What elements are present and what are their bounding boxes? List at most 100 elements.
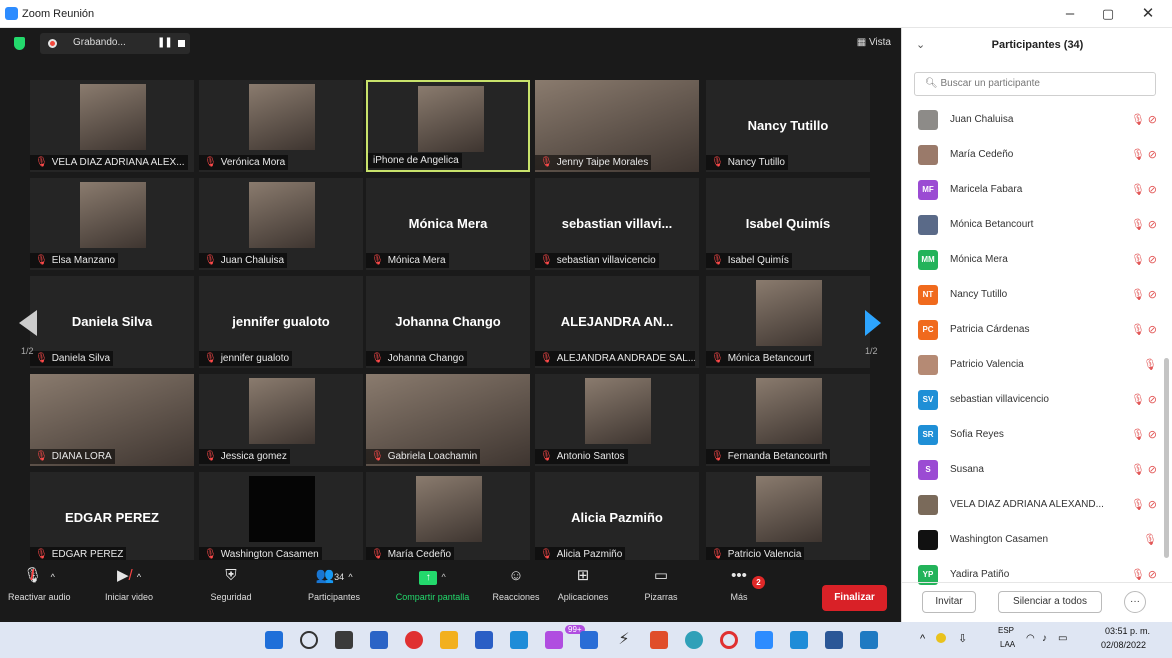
participant-row[interactable]: María Cedeño 🎙︎⊘ xyxy=(902,139,1162,174)
opera-icon[interactable] xyxy=(405,631,423,649)
participant-row[interactable]: MM Mónica Mera 🎙︎⊘ xyxy=(902,244,1162,279)
video-tile[interactable]: 🎙︎ Washington Casamen xyxy=(199,472,363,564)
edge-icon[interactable] xyxy=(685,631,703,649)
participant-row[interactable]: MF Maricela Fabara 🎙︎⊘ xyxy=(902,174,1162,209)
video-tile[interactable]: jennifer gualoto 🎙︎ jennifer gualoto xyxy=(199,276,363,368)
video-tile[interactable]: 🎙︎ Gabriela Loachamin xyxy=(366,374,530,466)
wifi-icon[interactable]: ◠ xyxy=(1026,633,1035,644)
mute-all-button[interactable]: Silenciar a todos xyxy=(998,591,1102,613)
apps-button[interactable]: ⊞ Aplicaciones xyxy=(552,564,614,618)
participant-row[interactable]: NT Nancy Tutillo 🎙︎⊘ xyxy=(902,279,1162,314)
minimize-button[interactable]: – xyxy=(1055,3,1085,25)
muted-mic-video-off-icon[interactable]: 🎙︎⊘ xyxy=(1131,393,1160,406)
invite-button[interactable]: Invitar xyxy=(922,591,976,613)
video-tile[interactable]: 🎙︎ Verónica Mora xyxy=(199,80,363,172)
language-indicator[interactable]: ESP xyxy=(998,626,1014,635)
video-tile[interactable]: 🎙︎ Elsa Manzano xyxy=(30,178,194,270)
participant-row[interactable]: VELA DIAZ ADRIANA ALEXAND... 🎙︎⊘ xyxy=(902,489,1162,524)
usb-icon[interactable]: ⇩ xyxy=(958,632,967,645)
next-page-arrow-icon[interactable] xyxy=(865,310,881,336)
calendar-icon[interactable] xyxy=(510,631,528,649)
video-tile[interactable]: Mónica Mera 🎙︎ Mónica Mera xyxy=(366,178,530,270)
video-tile[interactable]: Nancy Tutillo 🎙︎ Nancy Tutillo xyxy=(706,80,870,172)
store-icon[interactable] xyxy=(545,631,563,649)
video-tile[interactable]: Isabel Quimís 🎙︎ Isabel Quimís xyxy=(706,178,870,270)
video-tile[interactable]: 🎙︎ Jessica gomez xyxy=(199,374,363,466)
muted-mic-video-off-icon[interactable]: 🎙︎⊘ xyxy=(1131,568,1160,581)
muted-mic-video-off-icon[interactable]: 🎙︎⊘ xyxy=(1131,218,1160,231)
participant-row[interactable]: Patricio Valencia 🎙︎ xyxy=(902,349,1162,384)
widgets-icon[interactable] xyxy=(370,631,388,649)
video-tile[interactable]: 🎙︎ Antonio Santos xyxy=(535,374,699,466)
whiteboards-button[interactable]: ▭ Pizarras xyxy=(632,564,690,618)
zoom-taskbar-icon[interactable] xyxy=(755,631,773,649)
view-button[interactable]: ▦ Vista xyxy=(857,37,891,48)
video-tile[interactable]: 🎙︎ Jenny Taipe Morales xyxy=(535,80,699,172)
video-tile[interactable]: 🎙︎ Patricio Valencia xyxy=(706,472,870,564)
reactions-button[interactable]: ☺ Reacciones xyxy=(487,564,545,618)
muted-mic-video-off-icon[interactable]: 🎙︎⊘ xyxy=(1131,148,1160,161)
muted-mic-video-off-icon[interactable]: 🎙︎⊘ xyxy=(1131,113,1160,126)
muted-mic-video-off-icon[interactable]: 🎙︎⊘ xyxy=(1131,288,1160,301)
lightning-icon[interactable]: ⚡︎ xyxy=(615,631,633,649)
security-shield-icon[interactable] xyxy=(14,37,25,50)
task-view-icon[interactable] xyxy=(335,631,353,649)
close-button[interactable]: ✕ xyxy=(1133,3,1163,25)
opera-gx-icon[interactable] xyxy=(720,631,738,649)
video-tile[interactable]: 🎙︎ Juan Chaluisa xyxy=(199,178,363,270)
folder-icon[interactable] xyxy=(580,631,598,649)
video-tile[interactable]: sebastian villavi... 🎙︎ sebastian villavic… xyxy=(535,178,699,270)
start-video-button[interactable]: ▶/ ^ Iniciar video xyxy=(98,564,160,618)
video-tile[interactable]: 🎙︎ DIANA LORA xyxy=(30,374,194,466)
share-screen-button[interactable]: ↑ ^ Compartir pantalla xyxy=(385,564,480,618)
video-tile[interactable]: ALEJANDRA AN... 🎙︎ ALEJANDRA ANDRADE SAL..… xyxy=(535,276,699,368)
muted-mic-video-off-icon[interactable]: 🎙︎⊘ xyxy=(1131,428,1160,441)
tray-app-icon[interactable] xyxy=(936,633,946,643)
muted-mic-video-off-icon[interactable]: 🎙︎⊘ xyxy=(1131,463,1160,476)
volume-icon[interactable]: ♪ xyxy=(1042,633,1047,644)
panel-more-button[interactable]: ··· xyxy=(1124,591,1146,613)
muted-mic-video-off-icon[interactable]: 🎙︎⊘ xyxy=(1131,498,1160,511)
muted-mic-icon[interactable]: 🎙︎ xyxy=(1143,358,1160,371)
unmute-button[interactable]: 🎙/ ^ Reactivar audio xyxy=(8,564,71,618)
participant-row[interactable]: Mónica Betancourt 🎙︎⊘ xyxy=(902,209,1162,244)
file-explorer-icon[interactable] xyxy=(440,631,458,649)
pause-recording-icon[interactable]: ❚❚ xyxy=(157,37,173,48)
participant-row[interactable]: PC Patricia Cárdenas 🎙︎⊘ xyxy=(902,314,1162,349)
video-tile[interactable]: 🎙︎ Mónica Betancourt xyxy=(706,276,870,368)
participant-row[interactable]: SR Sofia Reyes 🎙︎⊘ xyxy=(902,419,1162,454)
mail-icon[interactable] xyxy=(790,631,808,649)
muted-mic-icon[interactable]: 🎙︎ xyxy=(1143,533,1160,546)
muted-mic-video-off-icon[interactable]: 🎙︎⊘ xyxy=(1131,183,1160,196)
photos-icon[interactable] xyxy=(860,631,878,649)
windows-start-icon[interactable] xyxy=(265,631,283,649)
muted-mic-video-off-icon[interactable]: 🎙︎⊘ xyxy=(1131,323,1160,336)
office-icon[interactable] xyxy=(650,631,668,649)
muted-mic-video-off-icon[interactable]: 🎙︎⊘ xyxy=(1131,253,1160,266)
video-tile[interactable]: Johanna Chango 🎙︎ Johanna Chango xyxy=(366,276,530,368)
participant-search-input[interactable]: 🔍︎ Buscar un participante xyxy=(914,72,1156,96)
security-button[interactable]: ⛨ Seguridad xyxy=(200,564,262,618)
participant-row[interactable]: Juan Chaluisa 🎙︎⊘ xyxy=(902,104,1162,139)
previous-page-arrow-icon[interactable] xyxy=(19,310,37,336)
video-tile[interactable]: Daniela Silva 🎙︎ Daniela Silva xyxy=(30,276,194,368)
video-tile[interactable]: Alicia Pazmiño 🎙︎ Alicia Pazmiño xyxy=(535,472,699,564)
video-tile[interactable]: 🎙︎ VELA DIAZ ADRIANA ALEX... xyxy=(30,80,194,172)
maximize-button[interactable]: ▢ xyxy=(1093,3,1123,25)
more-button[interactable]: ••• Más xyxy=(712,564,766,618)
battery-icon[interactable]: ▭ xyxy=(1058,633,1067,644)
word-icon[interactable] xyxy=(825,631,843,649)
clock-date[interactable]: 02/08/2022 xyxy=(1101,640,1146,650)
end-meeting-button[interactable]: Finalizar xyxy=(822,585,887,611)
stop-recording-icon[interactable] xyxy=(178,40,185,47)
video-tile[interactable]: EDGAR PEREZ 🎙︎ EDGAR PEREZ xyxy=(30,472,194,564)
participants-button[interactable]: 👥34 ^ Participantes xyxy=(290,564,378,618)
participant-row[interactable]: Washington Casamen 🎙︎ xyxy=(902,524,1162,559)
teams-icon[interactable] xyxy=(475,631,493,649)
participant-list-scrollbar[interactable] xyxy=(1164,358,1169,558)
clock-time[interactable]: 03:51 p. m. xyxy=(1105,626,1150,636)
tray-overflow-icon[interactable]: ^ xyxy=(920,633,925,645)
search-icon[interactable] xyxy=(300,631,318,649)
video-tile[interactable]: iPhone de Angelica xyxy=(366,80,530,172)
video-tile[interactable]: 🎙︎ María Cedeño xyxy=(366,472,530,564)
